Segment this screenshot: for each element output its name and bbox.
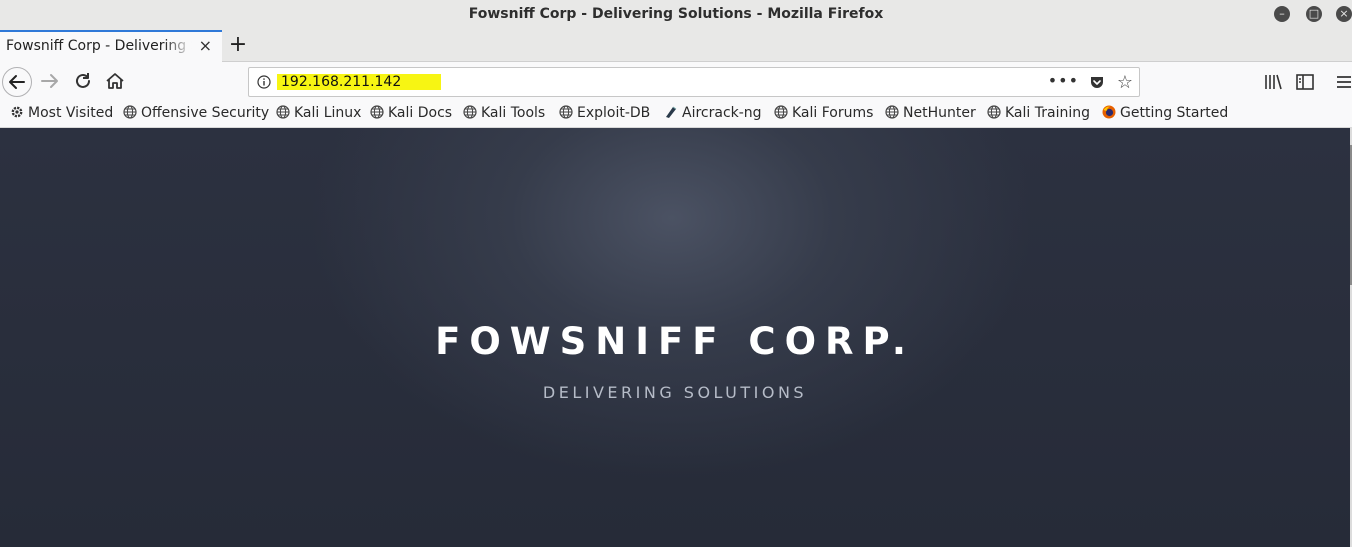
- bookmark-offensive-security[interactable]: Offensive Security: [123, 105, 269, 125]
- page-content: FOWSNIFF CORP. DELIVERING SOLUTIONS: [0, 128, 1350, 547]
- bookmark-kali-tools[interactable]: Kali Tools: [463, 105, 545, 125]
- bookmark-kali-linux[interactable]: Kali Linux: [276, 105, 361, 125]
- globe-icon: [774, 105, 788, 119]
- home-icon[interactable]: [104, 70, 126, 92]
- new-tab-button[interactable]: +: [228, 32, 248, 57]
- navigation-toolbar: 192.168.211.142 ••• ☆: [0, 62, 1352, 102]
- library-icon[interactable]: [1263, 72, 1283, 92]
- pocket-icon[interactable]: [1089, 74, 1105, 90]
- bookmark-label: Aircrack-ng: [682, 105, 762, 121]
- back-button[interactable]: [2, 67, 32, 97]
- back-icon: [9, 75, 25, 89]
- globe-icon: [559, 105, 573, 119]
- bookmark-label: Getting Started: [1120, 105, 1229, 121]
- bookmark-kali-training[interactable]: Kali Training: [987, 105, 1090, 125]
- globe-icon: [987, 105, 1001, 119]
- bookmark-getting-started[interactable]: Getting Started: [1102, 105, 1228, 125]
- bookmark-kali-forums[interactable]: Kali Forums: [774, 105, 873, 125]
- info-icon[interactable]: [257, 75, 271, 89]
- minimize-button[interactable]: –: [1274, 6, 1290, 22]
- bookmark-label: Kali Linux: [294, 105, 362, 121]
- bookmark-label: Most Visited: [28, 105, 114, 121]
- maximize-button[interactable]: □: [1306, 6, 1322, 22]
- aircrack-icon: [666, 106, 677, 118]
- bookmark-most-visited[interactable]: Most Visited: [10, 105, 113, 125]
- window-titlebar: Fowsniff Corp - Delivering Solutions - M…: [0, 0, 1352, 30]
- tab-strip: Fowsniff Corp - Delivering Solutions × +: [0, 30, 1352, 62]
- url-text[interactable]: 192.168.211.142: [277, 74, 442, 90]
- bookmark-label: Kali Docs: [388, 105, 453, 121]
- tab-label: Fowsniff Corp - Delivering Solutions: [6, 38, 192, 54]
- bookmark-kali-docs[interactable]: Kali Docs: [370, 105, 452, 125]
- bookmark-label: NetHunter: [903, 105, 976, 121]
- tab-fowsniff[interactable]: Fowsniff Corp - Delivering Solutions ×: [0, 30, 222, 62]
- menu-icon[interactable]: [1334, 72, 1352, 92]
- gear-icon: [11, 106, 23, 118]
- globe-icon: [370, 105, 384, 119]
- bookmark-label: Kali Training: [1005, 105, 1090, 121]
- firefox-icon: [1102, 105, 1116, 119]
- bookmark-nethunter[interactable]: NetHunter: [885, 105, 976, 125]
- page-subtitle: DELIVERING SOLUTIONS: [542, 383, 808, 402]
- bookmarks-toolbar: Most Visited Offensive Security Kali Lin…: [0, 102, 1352, 128]
- globe-icon: [885, 105, 899, 119]
- bookmark-label: Kali Tools: [481, 105, 546, 121]
- bookmark-label: Offensive Security: [141, 105, 270, 121]
- sidebar-icon[interactable]: [1295, 72, 1315, 92]
- bookmark-aircrack-ng[interactable]: Aircrack-ng: [664, 105, 762, 125]
- reload-icon[interactable]: [72, 70, 94, 92]
- close-window-button[interactable]: ×: [1336, 6, 1352, 22]
- globe-icon: [463, 105, 477, 119]
- bookmark-exploit-db[interactable]: Exploit-DB: [559, 105, 650, 125]
- page-title: FOWSNIFF CORP.: [435, 320, 915, 363]
- window-title: Fowsniff Corp - Delivering Solutions - M…: [468, 6, 884, 22]
- url-bar[interactable]: 192.168.211.142 ••• ☆: [248, 67, 1140, 97]
- globe-icon: [123, 105, 137, 119]
- tab-close-button[interactable]: ×: [199, 36, 212, 55]
- page-actions-button[interactable]: •••: [1048, 71, 1079, 90]
- bookmark-label: Kali Forums: [792, 105, 874, 121]
- bookmark-label: Exploit-DB: [577, 105, 651, 121]
- globe-icon: [276, 105, 290, 119]
- forward-icon[interactable]: [39, 70, 61, 92]
- bookmark-star-icon[interactable]: ☆: [1117, 72, 1133, 93]
